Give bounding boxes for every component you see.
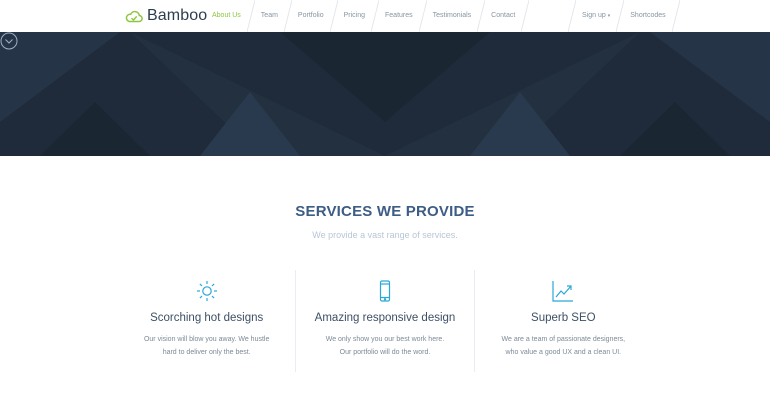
service-card: Amazing responsive design We only show y…: [295, 270, 473, 372]
cloud-icon: [125, 10, 143, 23]
service-description-line: who value a good UX and a clean UI.: [505, 348, 622, 356]
secondary-menu: Sign up ▾ Shortcodes: [568, 0, 680, 32]
nav-pricing[interactable]: Pricing: [338, 0, 371, 32]
service-title: Amazing responsive design: [314, 312, 456, 324]
service-description: Our vision will blow you away. We hustle…: [136, 334, 277, 359]
menu-divider: [418, 0, 427, 32]
service-description-line: Our vision will blow you away. We hustle: [143, 336, 270, 343]
services-subtitle: We provide a vast range of services.: [312, 230, 458, 240]
service-description: We only show you our best work here. Our…: [314, 334, 455, 359]
top-navbar: Bamboo About Us Team Portfolio Pricing F…: [0, 0, 770, 33]
service-description-line: Our portfolio will do the word.: [339, 348, 431, 356]
service-card: Scorching hot designs Our vision will bl…: [118, 270, 295, 372]
nav-portfolio[interactable]: Portfolio: [292, 0, 330, 32]
services-title: SERVICES WE PROVIDE: [295, 203, 475, 220]
nav-features[interactable]: Features: [379, 0, 419, 32]
menu-divider: [283, 0, 292, 32]
service-description-line: We are a team of passionate designers,: [501, 336, 626, 343]
nav-sign-up-label: Sign up: [582, 12, 606, 19]
hero-pattern: [0, 32, 770, 156]
menu-divider: [329, 0, 338, 32]
menu-divider: [616, 0, 625, 32]
nav-contact[interactable]: Contact: [485, 0, 521, 32]
nav-sign-up[interactable]: Sign up ▾: [576, 0, 616, 32]
chevron-down-circle-icon[interactable]: [0, 32, 18, 50]
sun-icon: [196, 281, 217, 301]
hero-banner: [0, 32, 770, 156]
menu-divider: [568, 0, 576, 32]
nav-shortcodes[interactable]: Shortcodes: [624, 0, 671, 32]
menu-divider: [671, 0, 680, 32]
brand-name: Bamboo: [147, 7, 208, 24]
nav-team[interactable]: Team: [255, 0, 284, 32]
mobile-phone-icon: [379, 280, 391, 302]
service-description-line: We only show you our best work here.: [325, 336, 445, 343]
menu-divider: [477, 0, 486, 32]
chart-icon: [552, 281, 574, 302]
caret-down-icon: ▾: [607, 13, 611, 19]
service-title: Superb SEO: [531, 312, 596, 324]
nav-testimonials[interactable]: Testimonials: [427, 0, 478, 32]
service-description-line: hard to deliver only the best.: [162, 348, 251, 356]
nav-about-us[interactable]: About Us: [206, 0, 247, 32]
service-card: Superb SEO We are a team of passionate d…: [473, 270, 652, 372]
main-menu: About Us Team Portfolio Pricing Features…: [206, 0, 530, 32]
menu-divider: [246, 0, 255, 32]
menu-divider: [521, 0, 530, 32]
brand-logo[interactable]: Bamboo: [125, 6, 207, 26]
services-grid: Scorching hot designs Our vision will bl…: [118, 270, 652, 372]
service-title: Scorching hot designs: [150, 312, 264, 324]
menu-divider: [371, 0, 380, 32]
service-description: We are a team of passionate designers, w…: [493, 334, 634, 359]
